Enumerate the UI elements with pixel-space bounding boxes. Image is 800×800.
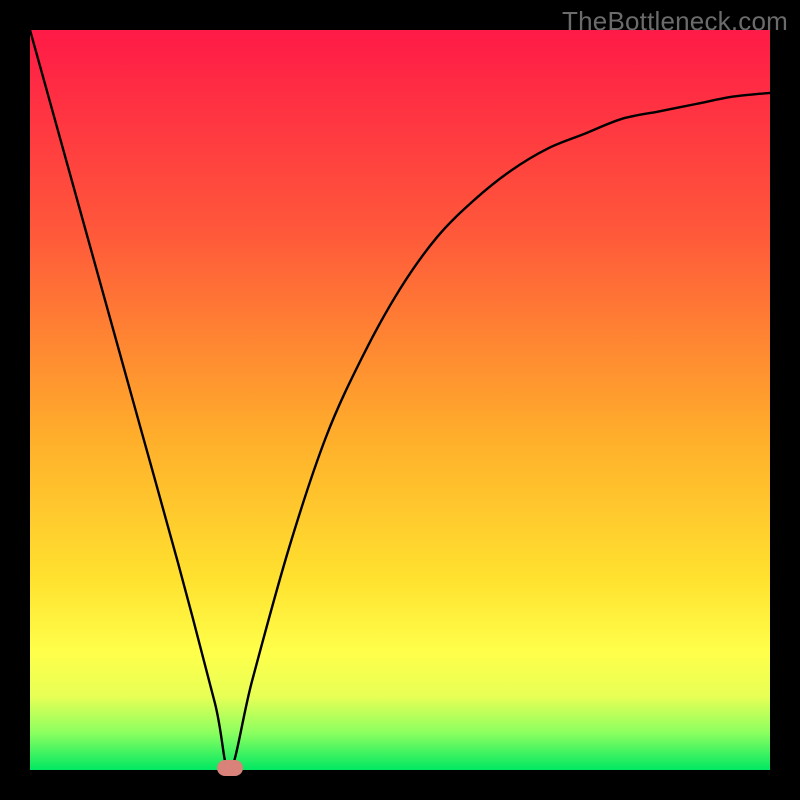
minimum-marker xyxy=(217,760,243,776)
gradient-background xyxy=(30,30,770,770)
watermark-text: TheBottleneck.com xyxy=(562,6,788,37)
plot-area xyxy=(30,30,770,770)
chart-frame: TheBottleneck.com xyxy=(0,0,800,800)
plot-svg xyxy=(30,30,770,770)
